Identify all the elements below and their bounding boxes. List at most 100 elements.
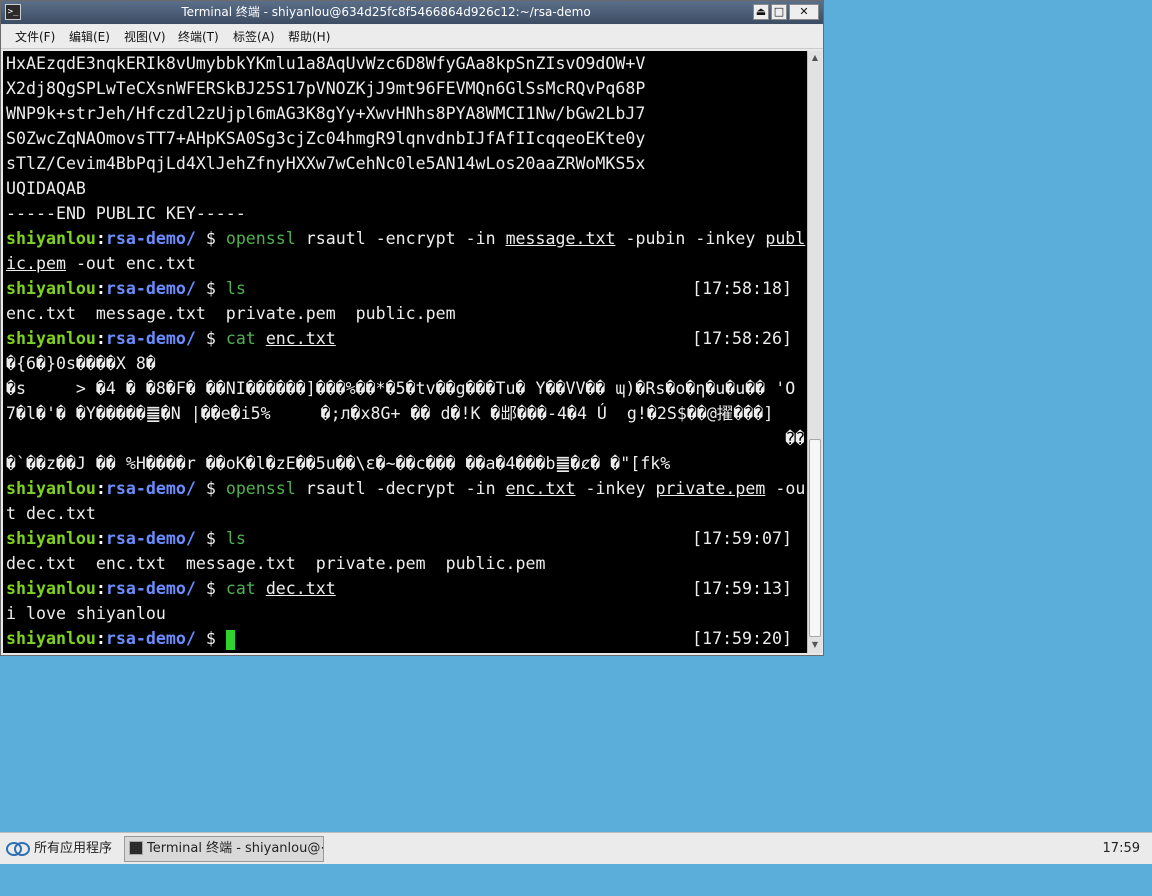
binary-output-line: �� (6, 429, 804, 448)
command-name: openssl (225, 479, 296, 498)
prompt-colon: : (95, 629, 106, 648)
prompt-user: shiyanlou (6, 629, 96, 648)
vertical-scrollbar[interactable]: ▲ ▼ (807, 51, 822, 653)
prompt-line-encrypt: shiyanlou:rsa-demo/ $ openssl rsautl -en… (6, 226, 805, 251)
binary-output-line: �`��z��J �� %H����r ��oK�l�zE��5u��\ε�~�… (6, 454, 671, 473)
file-link[interactable]: ic.pem (6, 254, 66, 273)
prompt-colon: : (95, 479, 106, 498)
file-link[interactable]: enc.txt (506, 479, 576, 498)
binary-output-line: �{6�}0s����X 8� (6, 354, 156, 373)
desktop-background-strip (0, 864, 1152, 896)
prompt-colon: : (95, 329, 106, 348)
prompt-dir: rsa-demo/ (105, 229, 196, 248)
prompt-dollar: $ (195, 329, 226, 348)
prompt-line-ls1: shiyanlou:rsa-demo/ $ ls [17:58:18] (6, 276, 804, 301)
text-cursor[interactable] (225, 629, 235, 650)
file-link[interactable]: message.txt (506, 229, 616, 248)
menu-view[interactable]: 视图(V) (122, 25, 168, 49)
taskbar-item-label: Terminal 终端 - shiyanlou@⋯ (147, 841, 324, 856)
prompt-timestamp: [17:59:20] (692, 629, 792, 648)
menu-help[interactable]: 帮助(H) (286, 25, 332, 49)
prompt-user: shiyanlou (6, 579, 96, 598)
close-button[interactable]: ✕ (789, 4, 819, 20)
wrapped-line: ic.pem -out enc.txt (6, 251, 196, 276)
prompt-dir: rsa-demo/ (105, 529, 196, 548)
taskbar-item-terminal[interactable]: Terminal 终端 - shiyanlou@⋯ (124, 836, 324, 862)
prompt-line-current: shiyanlou:rsa-demo/ $ [17:59:20] (6, 626, 804, 651)
prompt-dir: rsa-demo/ (105, 629, 196, 648)
binary-output-line: 7�l�'� �Y�����䷀�N |��e�i5% �;л�x8G+ �� d… (6, 404, 774, 423)
prompt-colon: : (95, 279, 106, 298)
prompt-dollar: $ (195, 279, 226, 298)
key-line: UQIDAQAB (6, 179, 86, 198)
prompt-dollar: $ (195, 529, 226, 548)
menu-edit[interactable]: 编辑(E) (67, 25, 112, 49)
prompt-dollar: $ (195, 629, 226, 648)
key-line: S0ZwcZqNAOmovsTT7+AHpKSA0Sg3cjZc04hmgR9l… (6, 129, 646, 148)
command-args: rsautl -encrypt -in (295, 229, 506, 248)
taskbar: 所有应用程序 Terminal 终端 - shiyanlou@⋯ 17:59 (0, 832, 1152, 864)
prompt-colon: : (95, 579, 106, 598)
command-name: ls (225, 279, 246, 298)
prompt-colon: : (95, 529, 106, 548)
key-line: sTlZ/Cevim4BbPqjLd4XlJehZfnyHXXw7wCehNc0… (6, 154, 646, 173)
prompt-line-cat2: shiyanlou:rsa-demo/ $ cat dec.txt [17:59:… (6, 576, 804, 601)
prompt-timestamp: [17:58:18] (692, 279, 792, 298)
menu-tabs[interactable]: 标签(A) (231, 25, 277, 49)
scroll-up-icon[interactable]: ▲ (809, 52, 821, 64)
maximize-button[interactable]: □ (771, 4, 787, 20)
command-name: openssl (225, 229, 296, 248)
key-footer-line: -----END PUBLIC KEY----- (6, 204, 246, 223)
command-args: -ou (765, 479, 806, 498)
menu-terminal[interactable]: 终端(T) (176, 25, 221, 49)
applications-icon (6, 842, 30, 856)
prompt-user: shiyanlou (6, 479, 96, 498)
menu-bar: 文件(F) 编辑(E) 视图(V) 终端(T) 标签(A) 帮助(H) (1, 25, 823, 49)
prompt-line-cat1: shiyanlou:rsa-demo/ $ cat enc.txt [17:58:… (6, 326, 804, 351)
file-link[interactable]: enc.txt (266, 329, 336, 348)
command-args: rsautl -decrypt -in (295, 479, 506, 498)
prompt-line-ls2: shiyanlou:rsa-demo/ $ ls [17:59:07] (6, 526, 804, 551)
ls-output: dec.txt enc.txt message.txt private.pem … (6, 554, 546, 573)
prompt-dir: rsa-demo/ (105, 329, 196, 348)
title-bar[interactable]: >_ Terminal 终端 - shiyanlou@634d25fc8f546… (1, 1, 823, 24)
file-link[interactable]: publ (765, 229, 805, 248)
terminal-icon (129, 841, 143, 855)
command-args: -pubin -inkey (615, 229, 766, 248)
binary-output-line: �s > �4 � �8�F� ��NI������]���%��*�5�tv�… (6, 379, 796, 398)
cat-output: i love shiyanlou (6, 604, 166, 623)
command-name: ls (225, 529, 246, 548)
key-line: HxAEzqdE3nqkERIk8vUmybbkYKmlu1a8AqUvWzc6… (6, 54, 646, 73)
terminal-output[interactable]: HxAEzqdE3nqkERIk8vUmybbkYKmlu1a8AqUvWzc6… (3, 51, 807, 653)
window-title: Terminal 终端 - shiyanlou@634d25fc8f546686… (181, 5, 591, 19)
prompt-colon: : (95, 229, 106, 248)
prompt-dollar: $ (195, 229, 226, 248)
command-args: -inkey (575, 479, 656, 498)
prompt-user: shiyanlou (6, 279, 96, 298)
command-name: cat (225, 579, 256, 598)
key-line: X2dj8QgSPLwTeCXsnWFERSkBJ25S17pVNOZKjJ9m… (6, 79, 646, 98)
wrapped-line: t dec.txt (6, 504, 96, 523)
applications-menu-label: 所有应用程序 (34, 841, 113, 856)
menu-file[interactable]: 文件(F) (13, 25, 57, 49)
prompt-user: shiyanlou (6, 229, 96, 248)
command-args: -out enc.txt (65, 254, 196, 273)
ls-output: enc.txt message.txt private.pem public.p… (6, 304, 456, 323)
command-name: cat (225, 329, 256, 348)
prompt-user: shiyanlou (6, 329, 96, 348)
prompt-timestamp: [17:59:07] (692, 529, 792, 548)
shade-button[interactable]: ⏏ (753, 4, 769, 20)
prompt-dir: rsa-demo/ (105, 579, 196, 598)
scrollbar-thumb[interactable] (809, 439, 821, 637)
scroll-down-icon[interactable]: ▼ (809, 639, 821, 651)
prompt-dollar: $ (195, 479, 226, 498)
file-link[interactable]: private.pem (655, 479, 765, 498)
clock[interactable]: 17:59 (1103, 833, 1140, 865)
prompt-dir: rsa-demo/ (105, 279, 196, 298)
prompt-timestamp: [17:58:26] (692, 329, 792, 348)
file-link[interactable]: dec.txt (266, 579, 336, 598)
terminal-icon[interactable]: >_ (5, 4, 21, 20)
prompt-user: shiyanlou (6, 529, 96, 548)
prompt-dollar: $ (195, 579, 226, 598)
prompt-dir: rsa-demo/ (105, 479, 196, 498)
